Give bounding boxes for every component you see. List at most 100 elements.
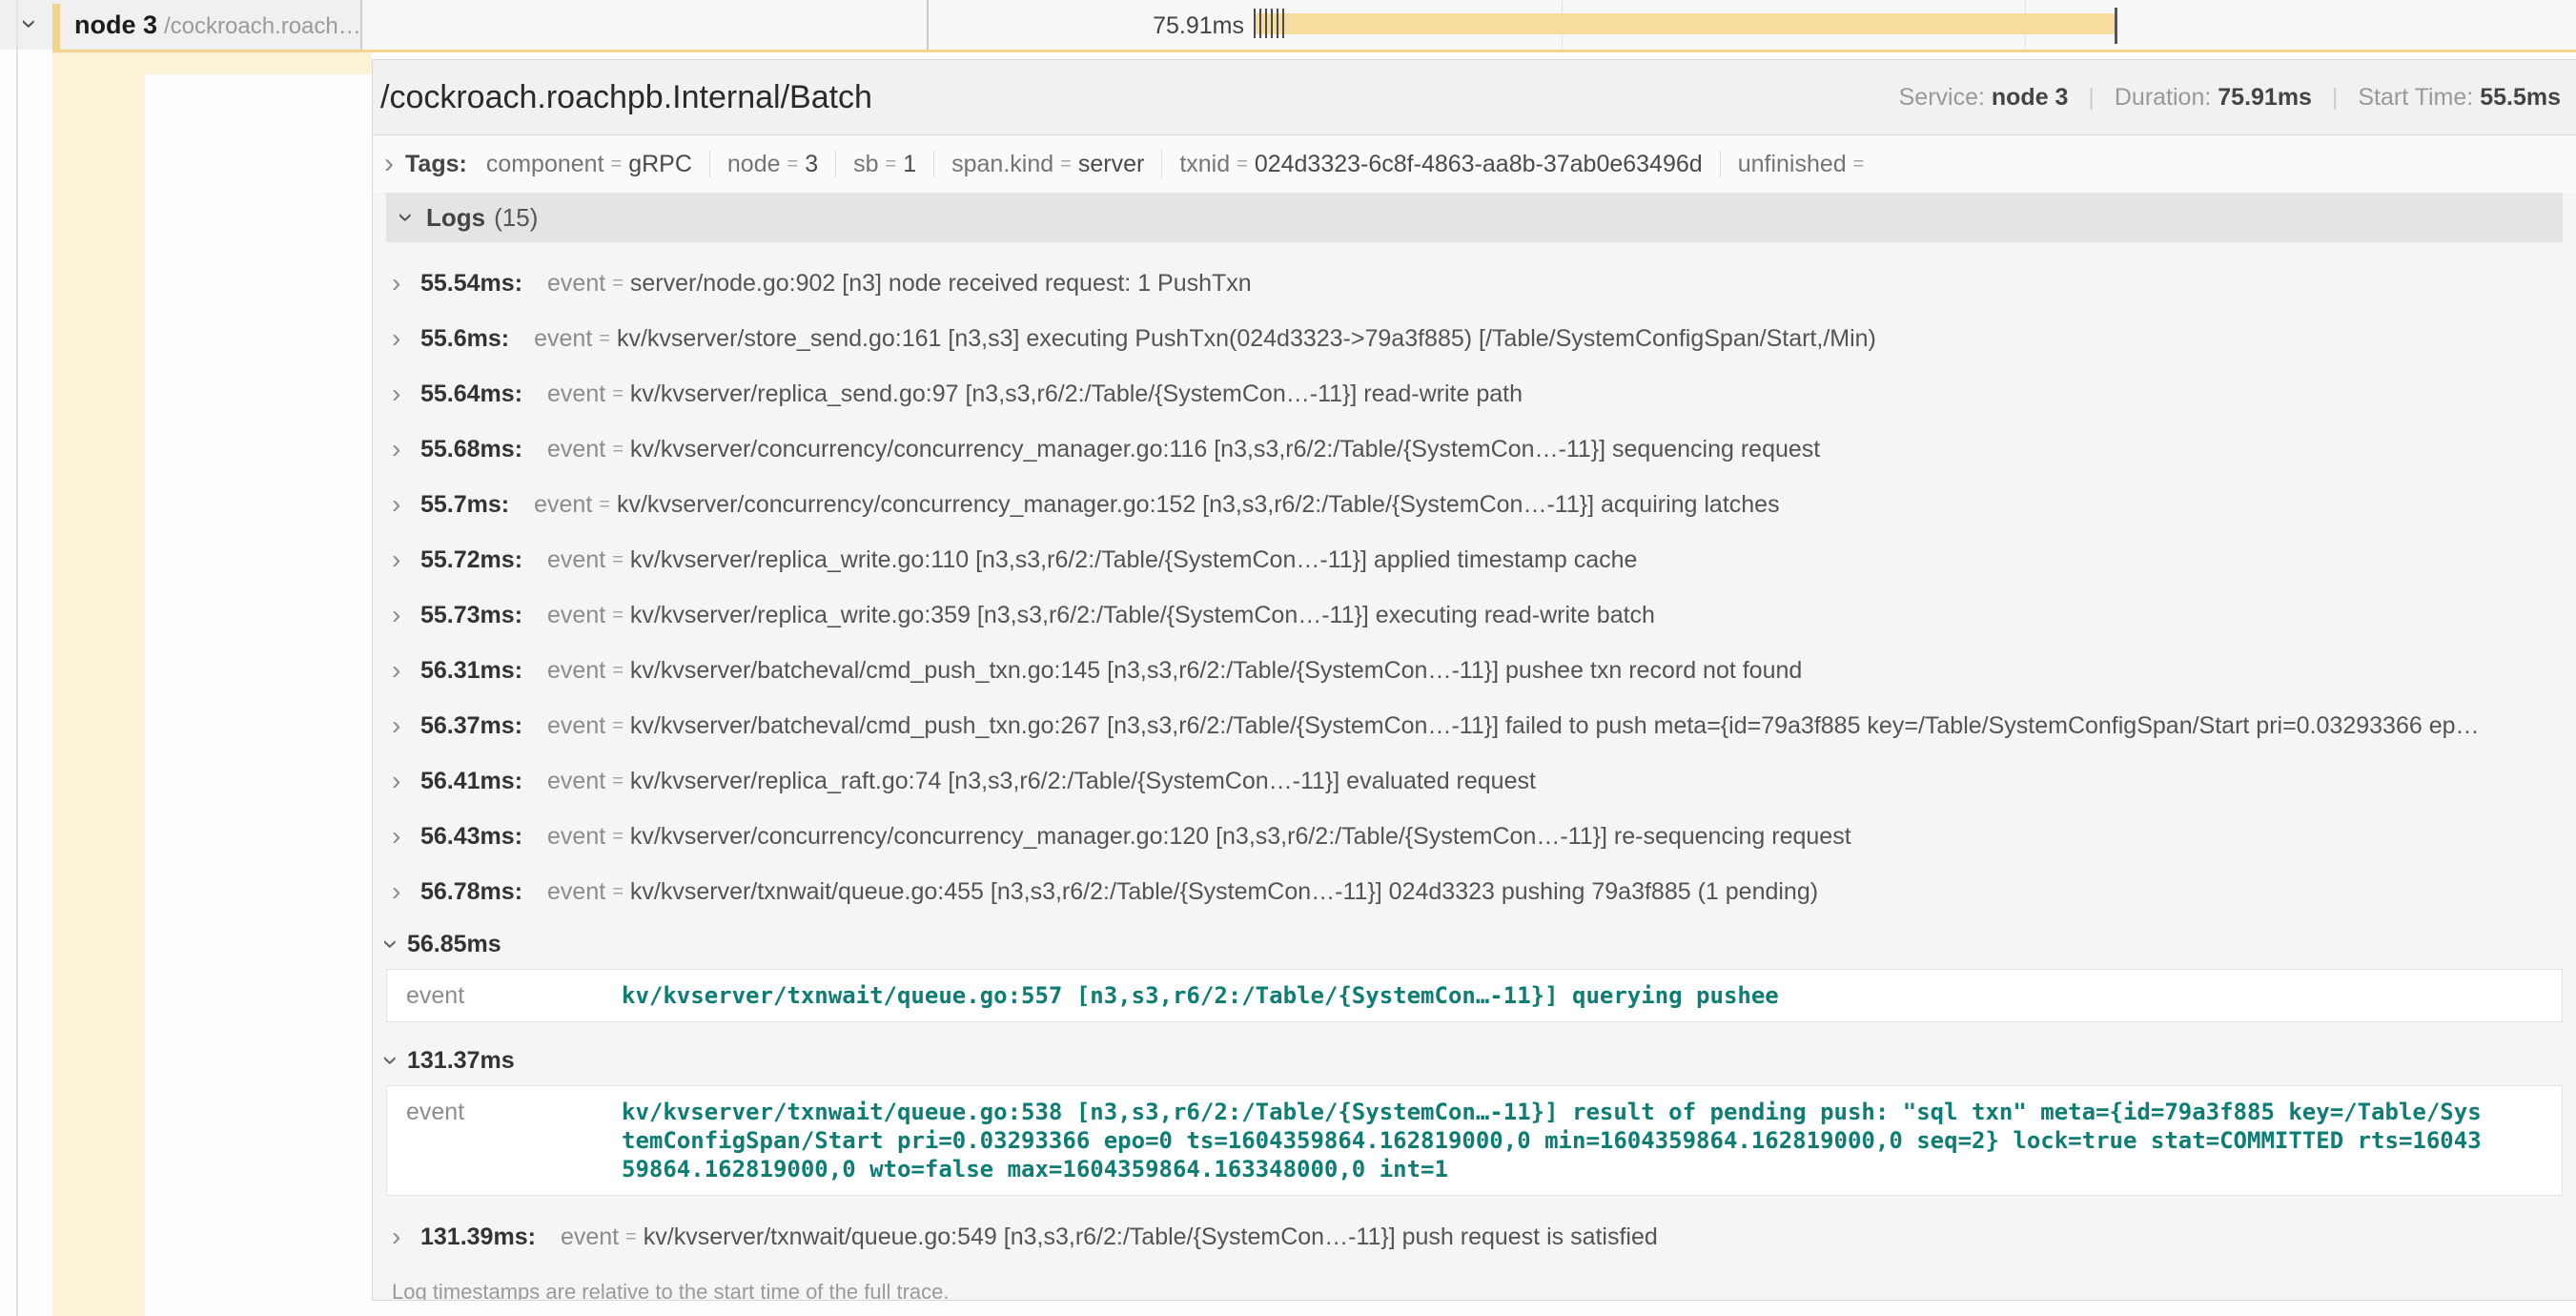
log-equals-sign: = (612, 881, 624, 903)
log-row[interactable]: › 56.43ms: event = kv/kvserver/concurren… (373, 809, 2576, 864)
log-row[interactable]: › 55.7ms: event = kv/kvserver/concurrenc… (373, 477, 2576, 532)
service-label: Service: (1899, 84, 1985, 111)
log-row-expand-chevron-icon[interactable]: › (392, 1222, 420, 1252)
log-tick (1259, 9, 1261, 38)
log-field-key: event (547, 546, 605, 574)
span-detail-header: /cockroach.roachpb.Internal/Batch Servic… (373, 60, 2576, 135)
trace-span-row[interactable]: › node 3 /cockroach.roach… 75.91ms (0, 0, 2576, 50)
log-row-collapse-chevron-icon[interactable]: › (377, 1056, 405, 1065)
log-row-expand-chevron-icon[interactable]: › (392, 821, 420, 852)
span-service-name: node 3 (74, 10, 157, 40)
log-timestamp: 55.73ms: (420, 602, 522, 629)
log-timestamp: 56.37ms: (420, 712, 522, 740)
tag-value: 024d3323-6c8f-4863-aa8b-37ab0e63496d (1255, 151, 1703, 178)
log-fields-table: event kv/kvserver/txnwait/queue.go:557 [… (386, 969, 2563, 1022)
log-message: kv/kvserver/replica_write.go:359 [n3,s3,… (630, 602, 1655, 629)
tag-separator (835, 151, 836, 177)
log-row[interactable]: › 131.39ms: event = kv/kvserver/txnwait/… (373, 1209, 2576, 1265)
log-field-key: event (534, 491, 592, 519)
log-timestamp: 56.85ms (407, 931, 501, 958)
log-equals-sign: = (612, 549, 624, 571)
collapse-chevron-icon[interactable]: › (15, 19, 44, 29)
name-column-divider[interactable] (927, 0, 929, 50)
span-title: /cockroach.roachpb.Internal/Batch (380, 79, 872, 116)
meta-separator: | (2088, 84, 2095, 111)
log-field-key: event (561, 1223, 619, 1251)
log-row-expand-chevron-icon[interactable]: › (392, 876, 420, 907)
tag-item[interactable]: unfinished = (1738, 151, 1871, 178)
log-message: server/node.go:902 [n3] node received re… (630, 270, 1252, 298)
tag-key: sb (853, 151, 878, 178)
log-row-expand-chevron-icon[interactable]: › (392, 600, 420, 630)
log-field-key: event (547, 712, 605, 740)
log-equals-sign: = (612, 771, 624, 792)
log-equals-sign: = (599, 494, 610, 516)
tag-separator (709, 151, 710, 177)
log-row[interactable]: › 56.37ms: event = kv/kvserver/batcheval… (373, 698, 2576, 753)
span-meta: Service: node 3 | Duration: 75.91ms | St… (1899, 84, 2561, 112)
start-time-value: 55.5ms (2480, 84, 2561, 111)
log-row[interactable]: › 55.68ms: event = kv/kvserver/concurren… (373, 422, 2576, 477)
log-row-expanded-header[interactable]: › 56.85ms (373, 919, 2576, 969)
tag-item[interactable]: sb = 1 (853, 151, 951, 178)
log-equals-sign: = (612, 715, 624, 737)
log-row-expand-chevron-icon[interactable]: › (392, 766, 420, 796)
tag-key: unfinished (1738, 151, 1847, 178)
logs-collapse-chevron-icon[interactable]: › (392, 213, 420, 222)
log-row-expand-chevron-icon[interactable]: › (392, 323, 420, 354)
log-row[interactable]: › 55.73ms: event = kv/kvserver/replica_w… (373, 587, 2576, 643)
log-row-expand-chevron-icon[interactable]: › (392, 710, 420, 741)
tag-value: gRPC (628, 151, 692, 178)
log-message: kv/kvserver/batcheval/cmd_push_txn.go:14… (630, 657, 1802, 685)
log-field-key: event (534, 325, 592, 353)
log-row[interactable]: › 55.64ms: event = kv/kvserver/replica_s… (373, 366, 2576, 422)
log-row-expand-chevron-icon[interactable]: › (392, 489, 420, 520)
log-row-expand-chevron-icon[interactable]: › (392, 434, 420, 464)
log-row[interactable]: › 55.6ms: event = kv/kvserver/store_send… (373, 311, 2576, 366)
tag-key: txnid (1179, 151, 1230, 178)
log-field-key: event (387, 1098, 622, 1126)
log-row[interactable]: › 55.72ms: event = kv/kvserver/replica_w… (373, 532, 2576, 587)
log-field-key: event (547, 878, 605, 906)
log-message: kv/kvserver/replica_write.go:110 [n3,s3,… (630, 546, 1638, 574)
log-timestamp: 56.78ms: (420, 878, 522, 906)
log-timestamp: 55.7ms: (420, 491, 509, 519)
log-row-expand-chevron-icon[interactable]: › (392, 655, 420, 686)
log-row-expand-chevron-icon[interactable]: › (392, 379, 420, 409)
log-row-expand-chevron-icon[interactable]: › (392, 545, 420, 575)
log-equals-sign: = (612, 383, 624, 405)
log-equals-sign: = (612, 605, 624, 627)
log-field-key: event (387, 981, 622, 1010)
log-timestamp: 55.68ms: (420, 436, 522, 463)
log-row[interactable]: › 55.54ms: event = server/node.go:902 [n… (373, 256, 2576, 311)
start-time-label: Start Time: (2358, 84, 2473, 111)
log-equals-sign: = (612, 826, 624, 848)
log-row-collapse-chevron-icon[interactable]: › (377, 939, 405, 949)
tag-equals-sign: = (886, 154, 897, 175)
log-row[interactable]: › 56.31ms: event = kv/kvserver/batcheval… (373, 643, 2576, 698)
log-field-value-line: kv/kvserver/txnwait/queue.go:538 [n3,s3,… (622, 1098, 2482, 1126)
tags-label: Tags: (405, 151, 467, 178)
log-message: kv/kvserver/txnwait/queue.go:455 [n3,s3,… (630, 878, 1818, 906)
duration-value: 75.91ms (2218, 84, 2312, 111)
tag-item[interactable]: node = 3 (727, 151, 853, 178)
tags-list: component = gRPC node = 3 sb = 1 span.ki… (486, 151, 1871, 178)
log-field-key: event (547, 436, 605, 463)
log-message: kv/kvserver/replica_raft.go:74 [n3,s3,r6… (630, 768, 1536, 795)
log-timestamp: 55.54ms: (420, 270, 522, 298)
tag-item[interactable]: component = gRPC (486, 151, 727, 178)
tags-row[interactable]: › Tags: component = gRPC node = 3 sb = 1… (373, 135, 2576, 193)
log-entry-expanded: › 56.85ms event kv/kvserver/txnwait/queu… (373, 919, 2576, 1022)
log-row-expand-chevron-icon[interactable]: › (392, 268, 420, 298)
logs-label: Logs (426, 203, 485, 233)
logs-section-header[interactable]: › Logs (15) (386, 193, 2563, 242)
span-bar[interactable] (1255, 13, 2116, 34)
log-timestamp: 131.37ms (407, 1047, 515, 1075)
tags-expand-chevron-icon[interactable]: › (384, 150, 394, 178)
log-row[interactable]: › 56.78ms: event = kv/kvserver/txnwait/q… (373, 864, 2576, 919)
tag-item[interactable]: txnid = 024d3323-6c8f-4863-aa8b-37ab0e63… (1179, 151, 1737, 178)
tag-equals-sign: = (1237, 154, 1248, 175)
log-row-expanded-header[interactable]: › 131.37ms (373, 1036, 2576, 1085)
tag-item[interactable]: span.kind = server (951, 151, 1179, 178)
log-row[interactable]: › 56.41ms: event = kv/kvserver/replica_r… (373, 753, 2576, 809)
